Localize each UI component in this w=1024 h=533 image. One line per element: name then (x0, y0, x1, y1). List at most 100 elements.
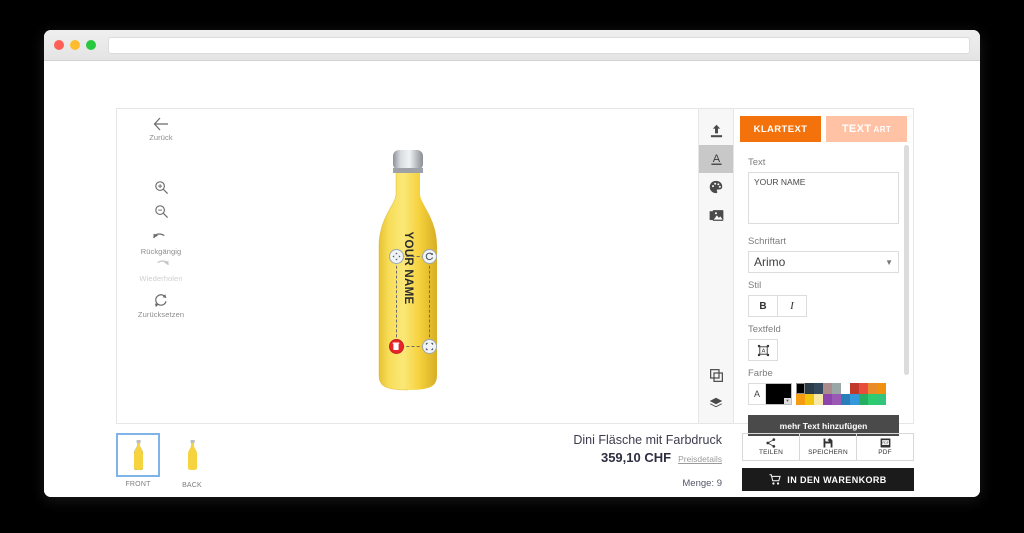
zoom-in-icon (154, 181, 168, 195)
color-swatch[interactable] (823, 394, 832, 405)
color-swatch[interactable] (841, 394, 850, 405)
tab-plain-text[interactable]: KLARTEXT (740, 116, 821, 142)
share-button[interactable]: TEILEN (743, 434, 800, 460)
svg-text:PDF: PDF (882, 441, 889, 445)
share-icon (766, 438, 776, 448)
rotate-handle[interactable] (421, 249, 437, 264)
undo-button[interactable]: Rückgängig (141, 231, 182, 256)
browser-window: Zurück Rückgängig Wiederholen Zurücksetz… (44, 30, 980, 497)
rail-item-gallery[interactable] (699, 201, 734, 229)
view-thumb-back[interactable]: BACK (170, 433, 214, 489)
color-swatch[interactable] (877, 383, 886, 394)
price-details-link[interactable]: Preisdetails (678, 454, 722, 464)
back-button[interactable]: Zurück (149, 117, 173, 142)
undo-label: Rückgängig (140, 247, 182, 256)
bold-button[interactable]: B (748, 295, 778, 317)
redo-button[interactable]: Wiederholen (139, 258, 183, 283)
color-swatch[interactable] (796, 394, 805, 405)
undo-icon (153, 233, 166, 239)
zoom-out-icon (154, 205, 168, 219)
text-input[interactable] (748, 172, 899, 224)
view-thumb-front[interactable]: FRONT (116, 433, 160, 488)
share-label: TEILEN (759, 449, 783, 456)
color-palette (796, 383, 886, 405)
color-swatch[interactable] (796, 383, 805, 394)
action-buttons: TEILEN SPEICHERN PDF PDF IN DEN WARENKOR… (742, 433, 914, 491)
font-select[interactable]: Arimo ▼ (748, 251, 899, 273)
product-quantity: Menge: 9 (682, 478, 722, 489)
bottle-preview[interactable]: YOUR NAME (365, 142, 451, 394)
color-swatch[interactable] (841, 383, 850, 394)
rail-item-upload[interactable] (699, 117, 734, 145)
text-box-button[interactable]: A (748, 339, 778, 361)
color-swatch[interactable] (859, 383, 868, 394)
italic-label: I (790, 300, 794, 312)
chevron-down-icon: ▼ (885, 257, 893, 267)
text-a-icon: A (710, 153, 722, 165)
style-field-label: Stil (748, 280, 762, 291)
add-to-cart-label: IN DEN WARENKORB (787, 474, 887, 485)
text-color-glyph: A (753, 389, 760, 399)
address-bar[interactable] (108, 36, 970, 54)
reset-label: Zurücksetzen (137, 310, 185, 319)
palette-icon (709, 180, 723, 194)
color-swatch[interactable] (832, 383, 841, 394)
close-window-button[interactable] (54, 40, 64, 50)
color-swatch[interactable] (850, 383, 859, 394)
arrow-left-icon (153, 117, 168, 131)
save-button[interactable]: SPEICHERN (800, 434, 857, 460)
properties-panel: KLARTEXT TEXT ART Text Schriftart Arimo … (733, 109, 913, 436)
save-icon (823, 438, 833, 448)
images-icon (709, 209, 723, 221)
redo-label: Wiederholen (139, 274, 183, 283)
text-color-indicator[interactable]: A (748, 383, 766, 405)
rail-item-text[interactable]: A (698, 145, 734, 173)
svg-text:A: A (761, 348, 765, 354)
color-swatch[interactable] (868, 383, 877, 394)
bottle-thumb-icon (187, 440, 197, 470)
color-swatch[interactable] (832, 394, 841, 405)
textfield-field-label: Textfeld (748, 324, 781, 335)
window-controls (54, 40, 96, 50)
pdf-button[interactable]: PDF PDF (857, 434, 913, 460)
view-thumb-front-label: FRONT (125, 481, 151, 488)
rail-item-color[interactable] (699, 173, 734, 201)
tab-text-art-label-sub: ART (873, 124, 892, 134)
color-swatch[interactable] (814, 383, 823, 394)
color-swatch[interactable] (823, 383, 832, 394)
textfield-buttons: A (748, 339, 899, 361)
delete-handle[interactable] (388, 339, 404, 354)
add-more-text-label: mehr Text hinzufügen (779, 420, 868, 431)
redo-icon (156, 260, 169, 266)
rail-item-layers[interactable] (699, 389, 734, 417)
color-swatch[interactable] (814, 394, 823, 405)
color-swatch[interactable] (859, 394, 868, 405)
rail-item-duplicate[interactable] (699, 361, 734, 389)
color-swatch[interactable] (850, 394, 859, 405)
resize-icon (425, 342, 433, 351)
italic-button[interactable]: I (777, 295, 807, 317)
color-swatch[interactable] (868, 394, 877, 405)
color-swatch[interactable] (877, 394, 886, 405)
move-handle[interactable] (388, 249, 404, 264)
zoom-out-button[interactable] (154, 204, 169, 219)
color-swatch[interactable] (805, 394, 814, 405)
canvas-toolbar: Zurück Rückgängig Wiederholen Zurücksetz… (125, 117, 197, 319)
selection-box[interactable] (388, 249, 437, 354)
design-canvas[interactable]: Zurück Rückgängig Wiederholen Zurücksetz… (117, 109, 698, 423)
minimize-window-button[interactable] (70, 40, 80, 50)
color-swatch[interactable] (805, 383, 814, 394)
reset-button[interactable]: Zurücksetzen (138, 293, 184, 319)
zoom-in-button[interactable] (154, 180, 169, 195)
cart-icon (769, 474, 782, 485)
upload-icon (710, 124, 722, 138)
tab-text-art[interactable]: TEXT ART (826, 116, 907, 142)
add-to-cart-button[interactable]: IN DEN WARENKORB (742, 468, 914, 491)
panel-scrollbar[interactable] (904, 145, 909, 375)
resize-handle[interactable] (421, 339, 437, 354)
current-color-swatch[interactable]: ▼ (766, 383, 792, 405)
reset-icon (154, 294, 167, 308)
layers-icon (709, 397, 723, 407)
maximize-window-button[interactable] (86, 40, 96, 50)
save-label: SPEICHERN (808, 449, 848, 456)
